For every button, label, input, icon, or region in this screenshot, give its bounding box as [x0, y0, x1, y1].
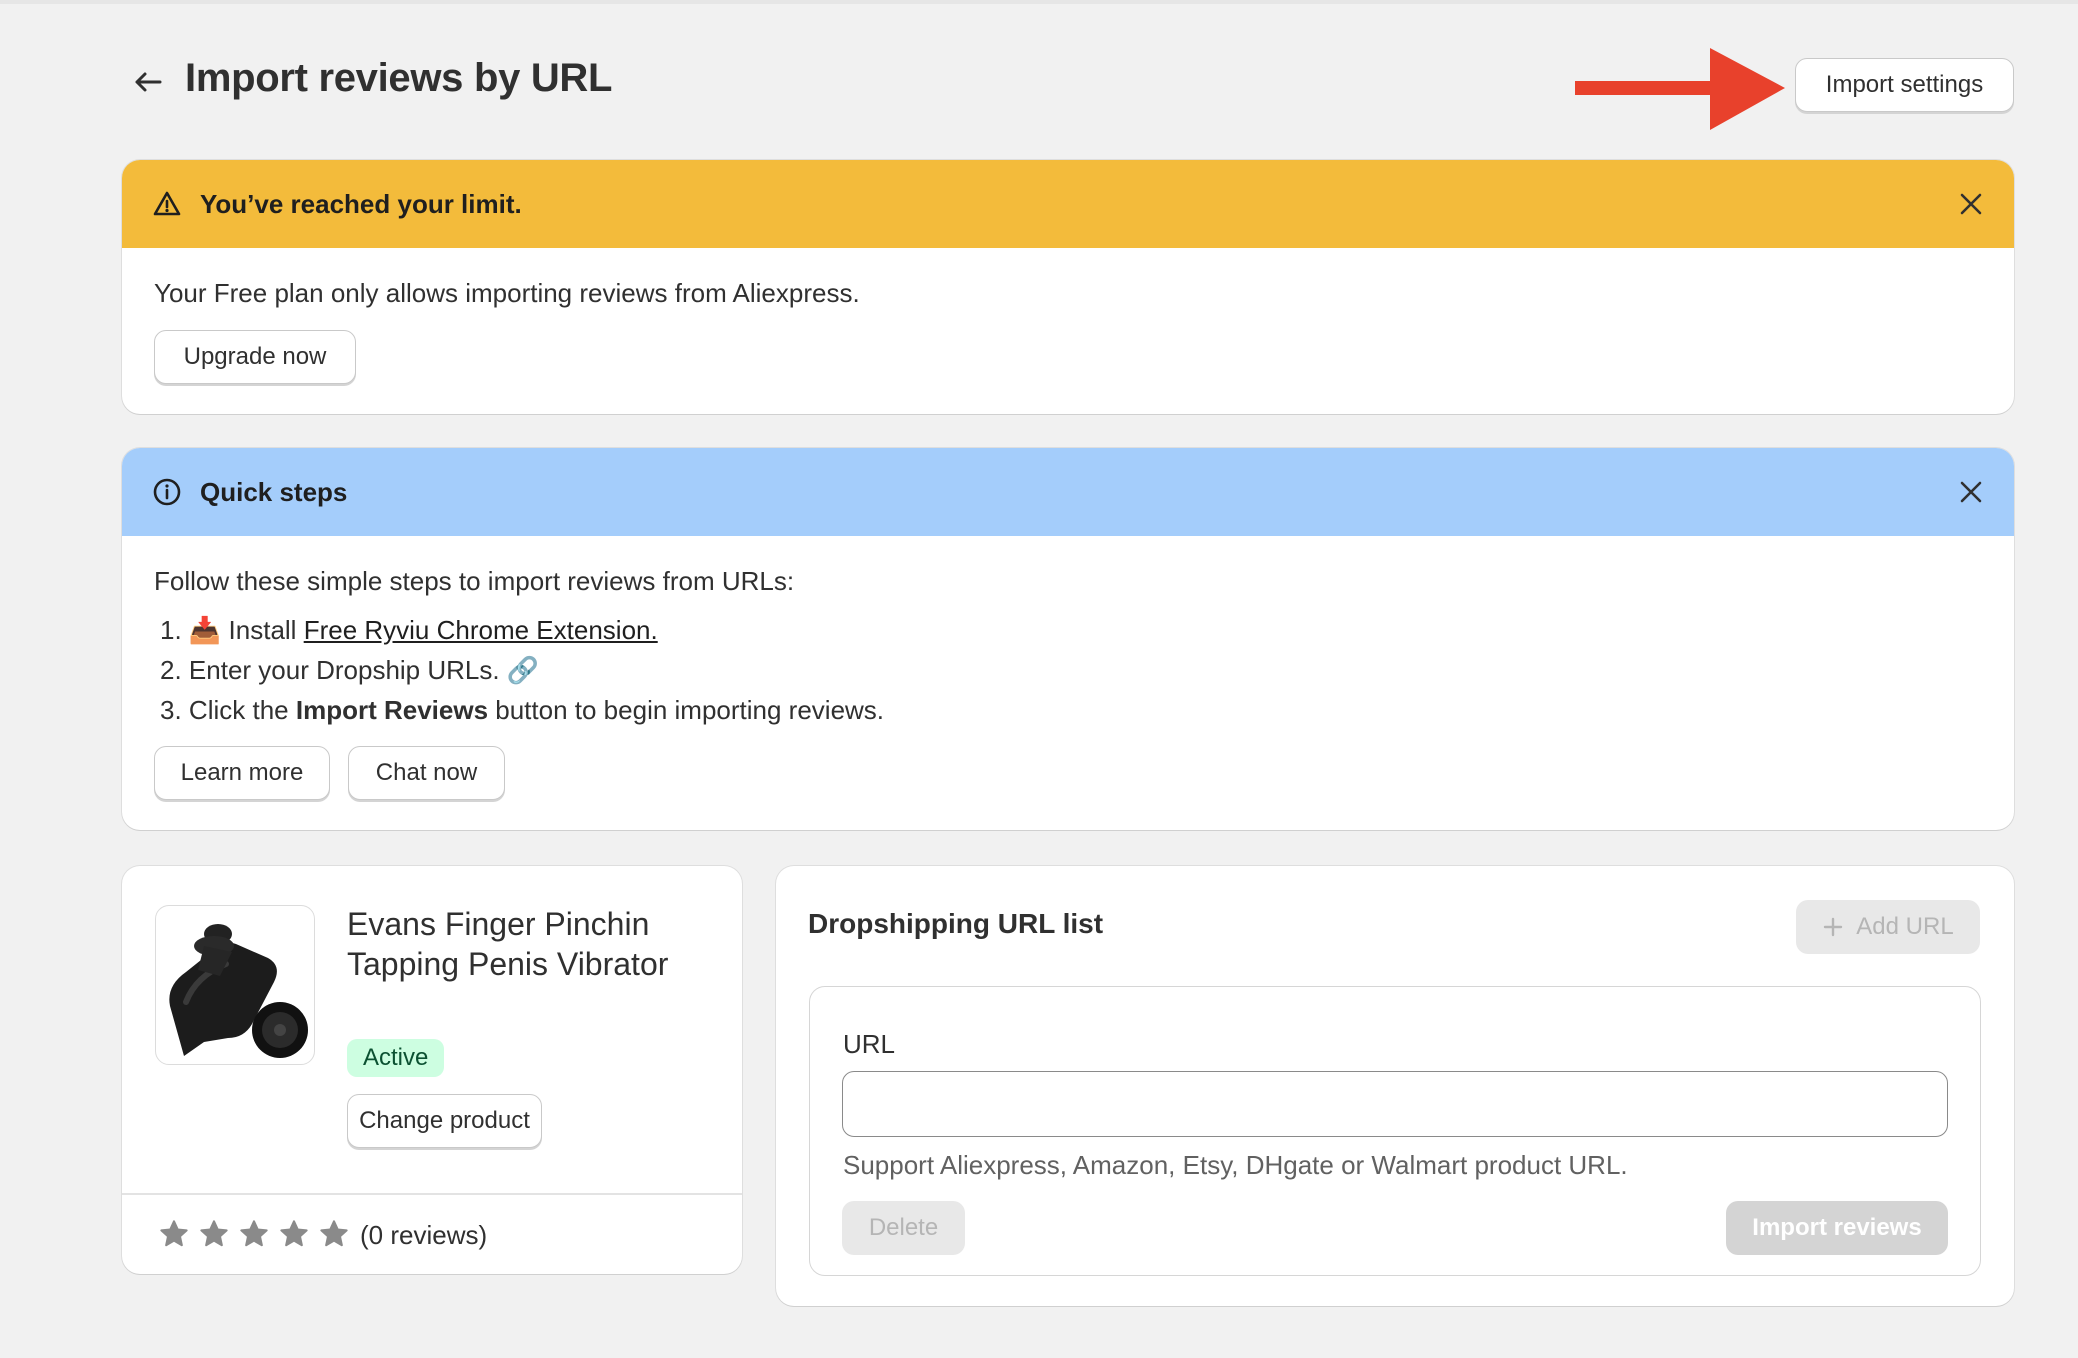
- product-name: Evans Finger Pinchin Tapping Penis Vibra…: [347, 906, 669, 982]
- limit-banner: You’ve reached your limit. Your Free pla…: [122, 160, 2014, 414]
- url-help-text: Support Aliexpress, Amazon, Etsy, DHgate…: [843, 1150, 1628, 1180]
- url-list-title: Dropshipping URL list: [808, 908, 1104, 939]
- import-reviews-button[interactable]: Import reviews: [1726, 1201, 1948, 1255]
- annotation-arrow-icon: [1575, 48, 1785, 130]
- step-number: 2.: [160, 655, 182, 685]
- step-text: Enter your Dropship URLs.: [188, 655, 500, 685]
- add-url-label: Add URL: [1856, 913, 1954, 940]
- back-arrow-icon[interactable]: [130, 64, 166, 100]
- step-text: button to begin importing reviews.: [495, 695, 885, 725]
- review-count: (0 reviews): [360, 1220, 488, 1250]
- quick-steps-title: Quick steps: [200, 476, 348, 507]
- url-input[interactable]: [842, 1071, 1948, 1137]
- top-border: [0, 0, 2078, 4]
- status-badge: Active: [347, 1039, 445, 1077]
- steps-list: 1. 📥 Install Free Ryviu Chrome Extension…: [160, 610, 884, 730]
- url-label: URL: [843, 1029, 896, 1059]
- step-text: Install: [228, 615, 297, 645]
- page-title: Import reviews by URL: [185, 56, 613, 100]
- close-icon[interactable]: [1956, 477, 1986, 507]
- chat-now-button[interactable]: Chat now: [348, 746, 505, 800]
- close-icon[interactable]: [1956, 189, 1986, 219]
- change-product-button[interactable]: Change product: [347, 1094, 542, 1148]
- quick-steps-intro: Follow these simple steps to import revi…: [154, 566, 795, 596]
- step-text: Click the: [188, 695, 289, 725]
- quick-steps-banner: Quick steps Follow these simple steps to…: [122, 448, 2014, 830]
- step-bold-text: Import Reviews: [295, 695, 489, 725]
- star-rating: [158, 1218, 350, 1250]
- limit-banner-message: Your Free plan only allows importing rev…: [154, 278, 860, 308]
- import-settings-button[interactable]: Import settings: [1795, 58, 2014, 112]
- product-card: Evans Finger Pinchin Tapping Penis Vibra…: [122, 866, 742, 1274]
- step-item: 1. 📥 Install Free Ryviu Chrome Extension…: [160, 610, 884, 650]
- star-icon: [160, 1220, 188, 1247]
- star-icon: [280, 1220, 308, 1247]
- step-item: 3. Click the Import Reviews button to be…: [160, 690, 884, 730]
- url-entry: URL Support Aliexpress, Amazon, Etsy, DH…: [809, 986, 1981, 1276]
- learn-more-button[interactable]: Learn more: [154, 746, 330, 800]
- product-vibrator-icon: [169, 924, 308, 1058]
- delete-button[interactable]: Delete: [842, 1201, 965, 1255]
- step-number: 1.: [160, 615, 182, 645]
- quick-steps-header: Quick steps: [122, 448, 2014, 536]
- step-item: 2. Enter your Dropship URLs. 🔗: [160, 650, 884, 690]
- warning-icon: [153, 191, 181, 216]
- url-list-card: Dropshipping URL list Add URL URL Suppor…: [776, 866, 2014, 1306]
- link-icon: 🔗: [506, 655, 540, 685]
- limit-banner-title: You’ve reached your limit.: [200, 188, 522, 219]
- product-image: [155, 905, 315, 1065]
- upgrade-now-button[interactable]: Upgrade now: [154, 330, 356, 384]
- star-icon: [240, 1220, 268, 1247]
- info-icon: [153, 478, 181, 506]
- limit-banner-header: You’ve reached your limit.: [122, 160, 2014, 248]
- divider: [122, 1193, 742, 1195]
- star-icon: [320, 1220, 348, 1247]
- step-number: 3.: [160, 695, 182, 725]
- plus-icon: [1824, 917, 1843, 937]
- inbox-tray-icon: 📥: [188, 615, 222, 645]
- star-icon: [200, 1220, 228, 1247]
- add-url-button[interactable]: Add URL: [1796, 900, 1980, 954]
- chrome-extension-link[interactable]: Free Ryviu Chrome Extension.: [304, 615, 658, 645]
